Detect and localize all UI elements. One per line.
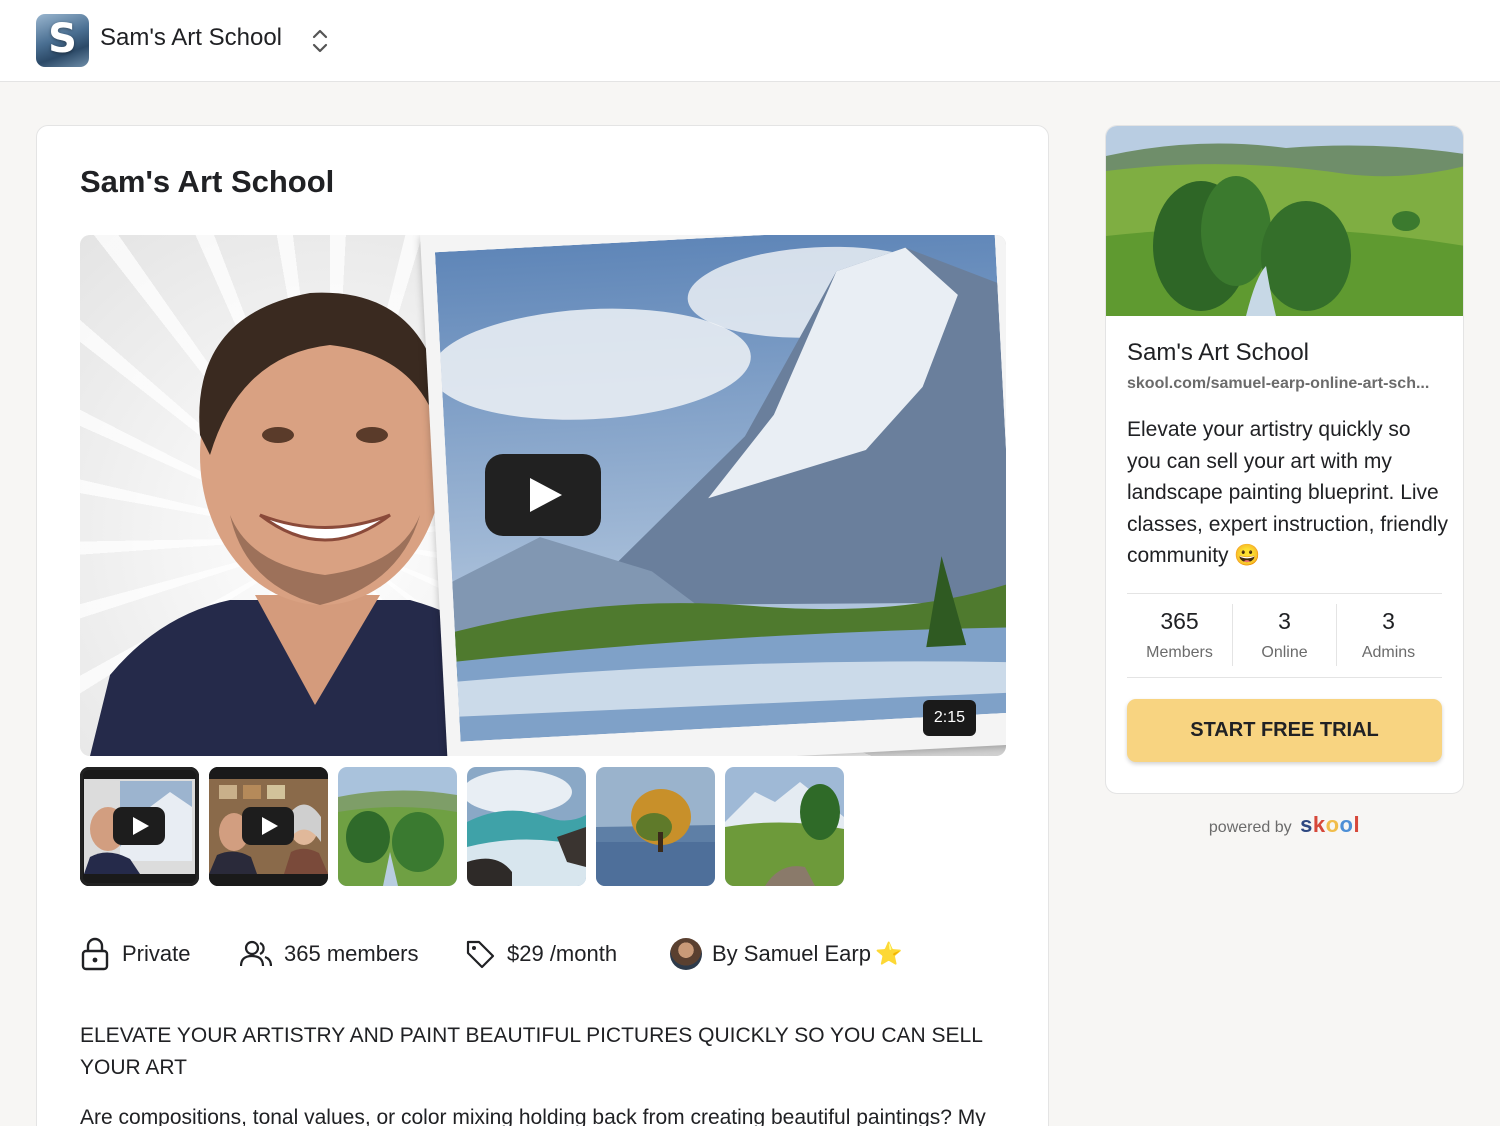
stat-online: 3 Online [1232, 594, 1337, 679]
star-icon: ⭐ [874, 941, 903, 966]
play-icon [242, 807, 294, 845]
skool-letter: o [1325, 812, 1340, 837]
about-card: Sam's Art School 2:15 Private 365 member… [36, 125, 1049, 1126]
privacy-label: Private [122, 941, 191, 966]
lock-icon [81, 937, 109, 971]
stat-value: 3 [1382, 608, 1395, 634]
author-info[interactable]: By Samuel Earp ⭐ [670, 934, 902, 974]
avatar [670, 938, 702, 970]
intro-video[interactable]: 2:15 [80, 235, 1006, 756]
gallery-thumb-2[interactable] [209, 767, 328, 886]
powered-by[interactable]: powered by skool [1105, 812, 1464, 838]
gallery-thumb-5[interactable] [596, 767, 715, 886]
skool-letter: s [1300, 812, 1313, 837]
stat-members: 365 Members [1127, 594, 1232, 679]
gallery-thumb-6[interactable] [725, 767, 844, 886]
group-summary-card: Sam's Art School skool.com/samuel-earp-o… [1105, 125, 1464, 794]
author-label[interactable]: By Samuel Earp [712, 941, 871, 967]
group-meta: Private 365 members $29 /month By Samuel… [80, 934, 1000, 974]
logo-letter: S [48, 16, 77, 62]
members-info: 365 members [240, 934, 419, 974]
members-label: 365 members [284, 941, 419, 966]
top-bar: S Sam's Art School [0, 0, 1500, 82]
powered-by-label: powered by [1208, 819, 1292, 836]
start-free-trial-button[interactable]: START FREE TRIAL [1127, 699, 1442, 762]
stat-value: 365 [1160, 608, 1199, 634]
stat-label: Members [1146, 644, 1213, 661]
play-icon[interactable] [485, 454, 601, 536]
description-heading: ELEVATE YOUR ARTISTRY AND PAINT BEAUTIFU… [80, 1024, 983, 1079]
page-title: Sam's Art School [80, 164, 335, 199]
skool-letter: o [1339, 812, 1354, 837]
group-name[interactable]: Sam's Art School [100, 24, 282, 52]
members-icon [240, 940, 272, 967]
stat-label: Online [1261, 644, 1308, 661]
skool-letter: l [1353, 812, 1361, 837]
description-body: Are compositions, tonal values, or color… [80, 1106, 986, 1126]
group-logo[interactable]: S [36, 14, 89, 67]
gallery-thumb-1[interactable] [80, 767, 199, 886]
gallery-thumb-3[interactable] [338, 767, 457, 886]
summary-description: Elevate your artistry quickly so you can… [1127, 418, 1448, 567]
group-url[interactable]: skool.com/samuel-earp-online-art-sch... [1127, 375, 1447, 393]
price-info: $29 /month [465, 934, 617, 974]
video-duration: 2:15 [922, 700, 976, 736]
skool-logo[interactable]: skool [1300, 812, 1360, 837]
chevron-up-down-icon[interactable] [308, 26, 332, 56]
stat-admins: 3 Admins [1336, 594, 1441, 679]
play-icon [113, 807, 165, 845]
cover-image [1106, 126, 1463, 316]
group-stats: 365 Members 3 Online 3 Admins [1127, 593, 1442, 678]
gallery-thumb-4[interactable] [467, 767, 586, 886]
privacy-info: Private [80, 934, 190, 974]
price-tag-icon [466, 940, 495, 969]
skool-letter: k [1312, 812, 1326, 837]
stat-value: 3 [1278, 608, 1291, 634]
summary-title: Sam's Art School [1127, 339, 1309, 366]
stat-label: Admins [1361, 644, 1416, 661]
price-label: $29 /month [507, 941, 618, 966]
